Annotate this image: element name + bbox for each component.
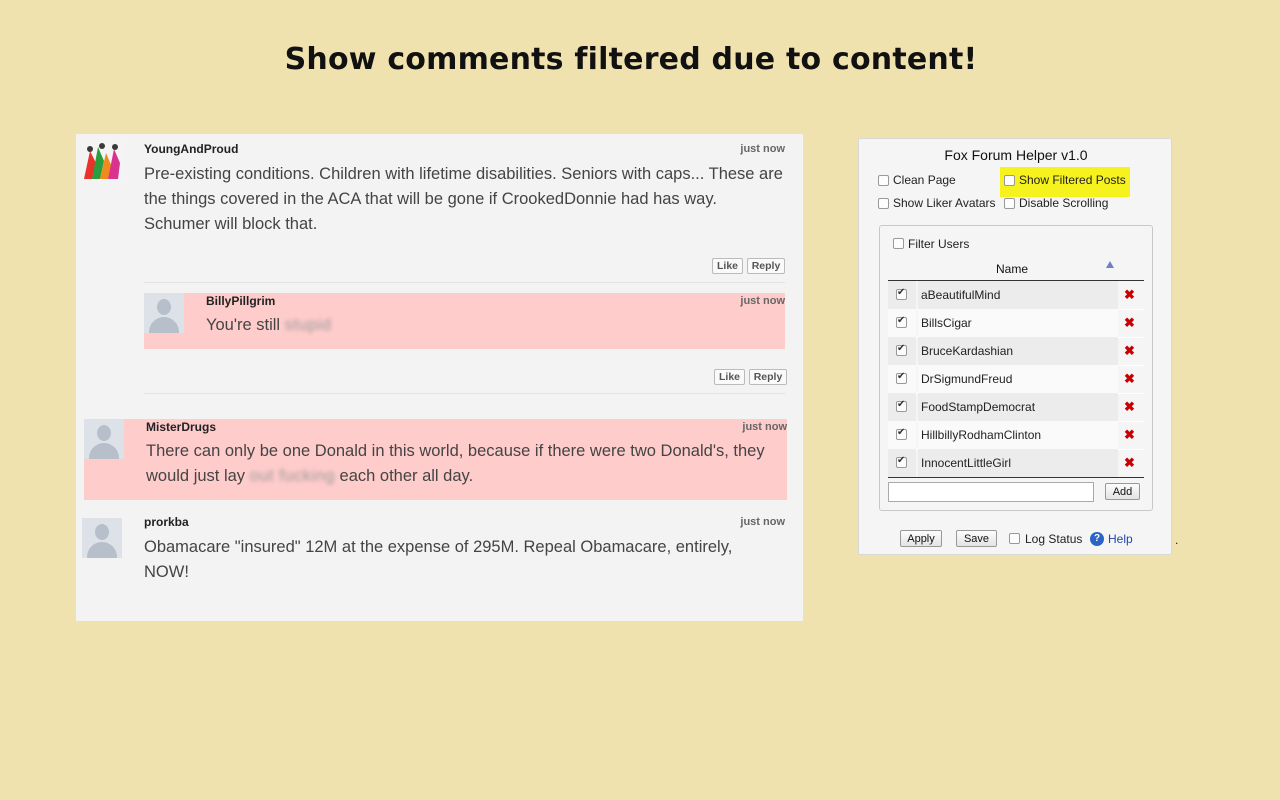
filtered-word: stupid bbox=[284, 316, 332, 334]
comment-username[interactable]: BillyPillgrim bbox=[206, 294, 275, 308]
page-headline: Show comments filtered due to content! bbox=[284, 42, 978, 77]
remove-user-icon[interactable]: ✖ bbox=[1124, 428, 1135, 442]
user-checkbox[interactable] bbox=[896, 371, 907, 384]
trailing-dot: . bbox=[1175, 533, 1179, 547]
user-row: aBeautifulMind ✖ bbox=[888, 281, 1144, 310]
user-row: InnocentLittleGirl ✖ bbox=[888, 449, 1144, 478]
show-liker-avatars-checkbox[interactable] bbox=[878, 198, 889, 209]
comment-prorkba: prorkba just now Obamacare "insured" 12M… bbox=[76, 514, 803, 604]
help-link[interactable]: Help bbox=[1108, 532, 1133, 546]
comment-text-visible-end: each other all day. bbox=[334, 467, 474, 485]
user-checkbox[interactable] bbox=[896, 343, 907, 356]
user-name: HillbillyRodhamClinton bbox=[918, 421, 1118, 449]
add-user-input[interactable] bbox=[888, 482, 1094, 502]
clean-page-checkbox[interactable] bbox=[878, 175, 889, 186]
comment-text: You're still stupid bbox=[206, 313, 776, 338]
comment-divider bbox=[144, 282, 785, 283]
user-name: FoodStampDemocrat bbox=[918, 393, 1118, 421]
avatar[interactable] bbox=[144, 293, 184, 333]
save-button[interactable]: Save bbox=[956, 530, 997, 547]
comment-username[interactable]: MisterDrugs bbox=[146, 420, 216, 434]
comment-text: Pre-existing conditions. Children with l… bbox=[144, 165, 783, 233]
user-checkbox[interactable] bbox=[896, 287, 907, 300]
user-checkbox[interactable] bbox=[896, 315, 907, 328]
like-button[interactable]: Like bbox=[714, 369, 745, 385]
avatar[interactable] bbox=[82, 518, 122, 558]
sort-ascending-icon[interactable] bbox=[1106, 261, 1114, 268]
comment-text-visible: You're still bbox=[206, 316, 285, 334]
user-name: DrSigmundFreud bbox=[918, 365, 1118, 393]
remove-user-icon[interactable]: ✖ bbox=[1124, 400, 1135, 414]
show-liker-avatars-label[interactable]: Show Liker Avatars bbox=[893, 196, 996, 210]
user-name: BillsCigar bbox=[918, 309, 1118, 337]
user-name: aBeautifulMind bbox=[918, 281, 1118, 309]
remove-user-icon[interactable]: ✖ bbox=[1124, 316, 1135, 330]
comments-panel: YoungAndProud just now Pre-existing cond… bbox=[76, 134, 803, 621]
helper-title: Fox Forum Helper v1.0 bbox=[944, 147, 1088, 163]
comment-youngandproud: YoungAndProud just now Pre-existing cond… bbox=[76, 134, 803, 294]
remove-user-icon[interactable]: ✖ bbox=[1124, 372, 1135, 386]
name-column-header[interactable]: Name bbox=[888, 254, 1144, 281]
add-user-button[interactable]: Add bbox=[1105, 483, 1140, 500]
reply-button[interactable]: Reply bbox=[747, 258, 785, 274]
filter-users-label[interactable]: Filter Users bbox=[908, 237, 969, 251]
comment-username[interactable]: YoungAndProud bbox=[144, 142, 238, 156]
comment-timestamp[interactable]: just now bbox=[696, 516, 785, 528]
comment-divider bbox=[144, 393, 785, 394]
remove-user-icon[interactable]: ✖ bbox=[1124, 456, 1135, 470]
reply-button[interactable]: Reply bbox=[749, 369, 787, 385]
user-row: BruceKardashian ✖ bbox=[888, 337, 1144, 366]
user-checkbox[interactable] bbox=[896, 455, 907, 468]
user-checkbox[interactable] bbox=[896, 399, 907, 412]
comment-text: There can only be one Donald in this wor… bbox=[146, 439, 786, 489]
name-header-label: Name bbox=[996, 262, 1029, 276]
show-filtered-posts-checkbox[interactable] bbox=[1004, 175, 1015, 186]
comment-misterdrugs-filtered: MisterDrugs just now There can only be o… bbox=[84, 419, 787, 500]
filtered-word: out fucking bbox=[249, 467, 335, 485]
user-checkbox[interactable] bbox=[896, 427, 907, 440]
user-row: FoodStampDemocrat ✖ bbox=[888, 393, 1144, 422]
user-row: DrSigmundFreud ✖ bbox=[888, 365, 1144, 394]
help-icon[interactable]: ? bbox=[1090, 532, 1104, 546]
forum-helper-panel: Fox Forum Helper v1.0 Clean Page Show Fi… bbox=[858, 138, 1172, 555]
clean-page-label[interactable]: Clean Page bbox=[893, 173, 956, 187]
like-button[interactable]: Like bbox=[712, 258, 743, 274]
avatar[interactable] bbox=[84, 419, 124, 459]
apply-button[interactable]: Apply bbox=[900, 530, 942, 547]
log-status-checkbox[interactable] bbox=[1009, 533, 1020, 544]
comment-username[interactable]: prorkba bbox=[144, 515, 189, 529]
avatar[interactable] bbox=[82, 141, 122, 181]
user-name: BruceKardashian bbox=[918, 337, 1118, 365]
comment-timestamp[interactable]: just now bbox=[698, 421, 787, 433]
comment-timestamp[interactable]: just now bbox=[696, 143, 785, 155]
show-filtered-posts-label[interactable]: Show Filtered Posts bbox=[1019, 173, 1126, 187]
comment-text: Obamacare "insured" 12M at the expense o… bbox=[144, 538, 733, 581]
user-name: InnocentLittleGirl bbox=[918, 449, 1118, 477]
disable-scrolling-checkbox[interactable] bbox=[1004, 198, 1015, 209]
disable-scrolling-label[interactable]: Disable Scrolling bbox=[1019, 196, 1108, 210]
remove-user-icon[interactable]: ✖ bbox=[1124, 344, 1135, 358]
filter-users-checkbox[interactable] bbox=[893, 238, 904, 249]
filter-users-box: Filter Users Name aBeautifulMind ✖ Bills… bbox=[879, 225, 1153, 511]
log-status-label[interactable]: Log Status bbox=[1025, 532, 1082, 546]
remove-user-icon[interactable]: ✖ bbox=[1124, 288, 1135, 302]
comment-timestamp[interactable]: just now bbox=[696, 295, 785, 307]
comment-billypillgrim-filtered: BillyPillgrim just now You're still stup… bbox=[144, 293, 785, 349]
user-row: BillsCigar ✖ bbox=[888, 309, 1144, 338]
user-row: HillbillyRodhamClinton ✖ bbox=[888, 421, 1144, 450]
